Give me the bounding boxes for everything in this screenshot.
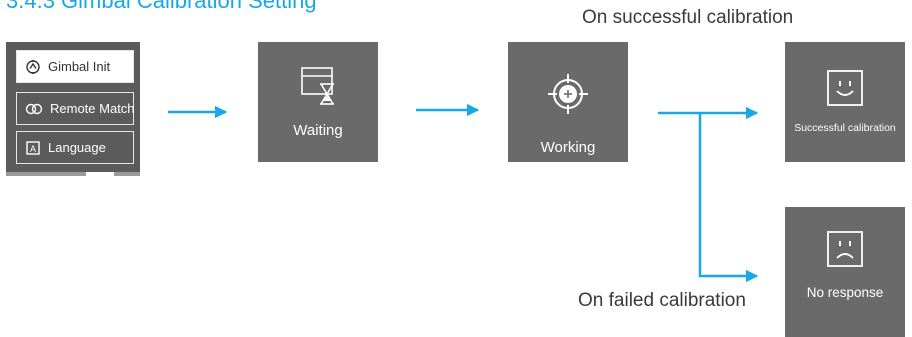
arrow-working-to-failure [698,113,759,283]
flow-arrows [168,103,759,283]
